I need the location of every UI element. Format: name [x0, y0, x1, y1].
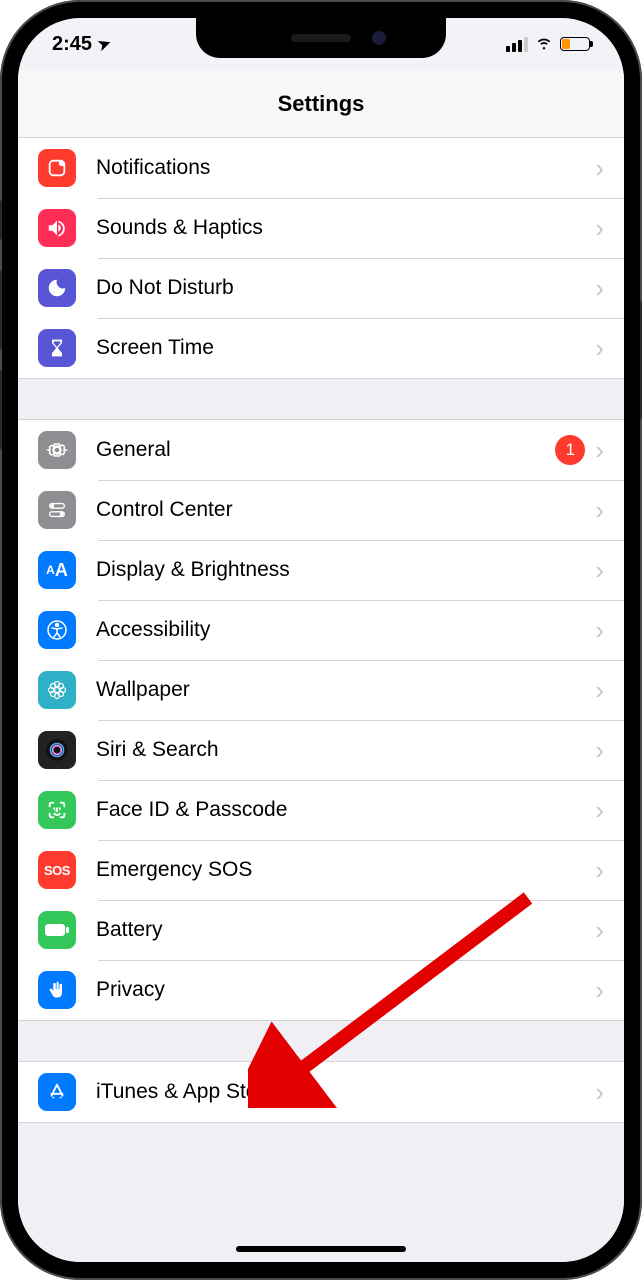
row-label: Accessibility [96, 618, 595, 642]
switches-icon [38, 491, 76, 529]
row-general[interactable]: General 1 › [18, 420, 624, 480]
moon-icon [38, 269, 76, 307]
row-screentime[interactable]: Screen Time › [18, 318, 624, 378]
row-battery[interactable]: Battery › [18, 900, 624, 960]
row-label: Screen Time [96, 336, 595, 360]
siri-icon [38, 731, 76, 769]
row-dnd[interactable]: Do Not Disturb › [18, 258, 624, 318]
row-label: General [96, 438, 555, 462]
row-label: Notifications [96, 156, 595, 180]
accessibility-icon [38, 611, 76, 649]
screen: 2:45 ➤ Settings Notifications [18, 18, 624, 1262]
chevron-right-icon: › [595, 153, 604, 184]
home-indicator[interactable] [236, 1246, 406, 1252]
location-icon: ➤ [95, 33, 113, 54]
settings-group-1: General 1 › Control Center › AA Display … [18, 419, 624, 1021]
chevron-right-icon: › [595, 495, 604, 526]
row-sos[interactable]: SOS Emergency SOS › [18, 840, 624, 900]
row-itunes[interactable]: iTunes & App Store › [18, 1062, 624, 1122]
hand-icon [38, 971, 76, 1009]
row-wallpaper[interactable]: Wallpaper › [18, 660, 624, 720]
sos-icon: SOS [38, 851, 76, 889]
row-label: Battery [96, 918, 595, 942]
chevron-right-icon: › [595, 915, 604, 946]
row-display[interactable]: AA Display & Brightness › [18, 540, 624, 600]
row-label: Do Not Disturb [96, 276, 595, 300]
row-controlcenter[interactable]: Control Center › [18, 480, 624, 540]
chevron-right-icon: › [595, 795, 604, 826]
row-label: Control Center [96, 498, 595, 522]
faceid-icon [38, 791, 76, 829]
gear-icon [38, 431, 76, 469]
row-label: Face ID & Passcode [96, 798, 595, 822]
wifi-icon [534, 32, 554, 57]
chevron-right-icon: › [595, 1077, 604, 1108]
row-notifications[interactable]: Notifications › [18, 138, 624, 198]
chevron-right-icon: › [595, 273, 604, 304]
chevron-right-icon: › [595, 213, 604, 244]
chevron-right-icon: › [595, 615, 604, 646]
status-time: 2:45 [52, 33, 92, 56]
row-label: Privacy [96, 978, 595, 1002]
row-siri[interactable]: Siri & Search › [18, 720, 624, 780]
row-sounds[interactable]: Sounds & Haptics › [18, 198, 624, 258]
row-label: Emergency SOS [96, 858, 595, 882]
chevron-right-icon: › [595, 435, 604, 466]
notifications-icon [38, 149, 76, 187]
notch [196, 18, 446, 58]
settings-list[interactable]: Notifications › Sounds & Haptics › Do No… [18, 138, 624, 1262]
settings-group-2: iTunes & App Store › [18, 1061, 624, 1123]
chevron-right-icon: › [595, 555, 604, 586]
row-faceid[interactable]: Face ID & Passcode › [18, 780, 624, 840]
row-label: iTunes & App Store [96, 1080, 595, 1104]
chevron-right-icon: › [595, 975, 604, 1006]
chevron-right-icon: › [595, 735, 604, 766]
text-size-icon: AA [38, 551, 76, 589]
cellular-signal-icon [506, 37, 528, 52]
appstore-icon [38, 1073, 76, 1111]
page-title: Settings [278, 91, 365, 117]
hourglass-icon [38, 329, 76, 367]
row-label: Sounds & Haptics [96, 216, 595, 240]
row-privacy[interactable]: Privacy › [18, 960, 624, 1020]
iphone-frame: 2:45 ➤ Settings Notifications [0, 0, 642, 1280]
sounds-icon [38, 209, 76, 247]
flower-icon [38, 671, 76, 709]
row-label: Siri & Search [96, 738, 595, 762]
row-label: Wallpaper [96, 678, 595, 702]
battery-row-icon [38, 911, 76, 949]
row-label: Display & Brightness [96, 558, 595, 582]
header: Settings [18, 70, 624, 138]
chevron-right-icon: › [595, 675, 604, 706]
settings-group-0: Notifications › Sounds & Haptics › Do No… [18, 138, 624, 379]
row-accessibility[interactable]: Accessibility › [18, 600, 624, 660]
badge: 1 [555, 435, 585, 465]
chevron-right-icon: › [595, 333, 604, 364]
battery-icon [560, 37, 590, 51]
chevron-right-icon: › [595, 855, 604, 886]
